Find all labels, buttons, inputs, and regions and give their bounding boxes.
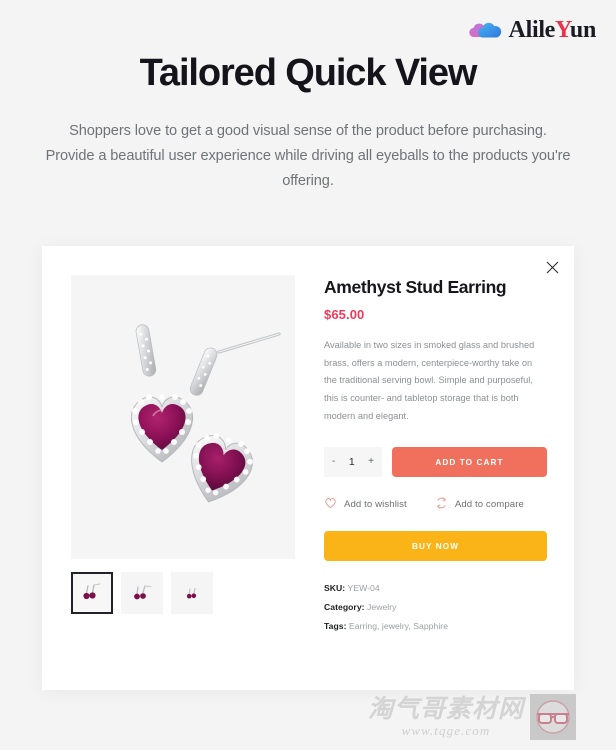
thumbnail-1[interactable] [71, 572, 113, 614]
cloud-icon [468, 18, 502, 42]
buy-now-button[interactable]: BUY NOW [324, 531, 547, 562]
brand-name-part2: un [569, 17, 596, 43]
thumbnail-2[interactable] [121, 572, 163, 614]
watermark-cn-text: 淘气哥素材网 [368, 693, 525, 723]
add-to-cart-button[interactable]: ADD TO CART [392, 447, 547, 478]
heart-icon [324, 497, 337, 512]
brand-name: AlileYun [508, 17, 597, 43]
page-title: Tailored Quick View [139, 52, 478, 94]
product-tags-label: Tags: [324, 621, 347, 632]
quick-view-modal: Amethyst Stud Earring $65.00 Available i… [42, 246, 574, 690]
page-subtitle: Shoppers love to get a good visual sense… [45, 123, 571, 190]
watermark: 淘气哥素材网 www.tqge.com [368, 694, 577, 740]
product-title: Amethyst Stud Earring [324, 277, 507, 297]
quantity-input[interactable]: 1 [349, 457, 355, 468]
product-category-value[interactable]: Jewelry [367, 602, 396, 612]
glasses-face-icon [530, 694, 577, 740]
product-sku-label: SKU: [324, 583, 346, 594]
brand-name-part1: Alile [508, 17, 556, 43]
product-actions-row: Add to wishlist Add to compare [324, 497, 547, 512]
add-to-wishlist-button[interactable]: Add to wishlist [324, 497, 407, 512]
add-to-wishlist-label: Add to wishlist [344, 499, 407, 511]
cart-row: - 1 + ADD TO CART [324, 447, 547, 478]
product-meta: SKU: YEW-04 Category: Jewelry Tags: Earr… [324, 583, 547, 631]
thumbnail-3[interactable] [171, 572, 213, 614]
quantity-increment-button[interactable]: + [368, 457, 374, 467]
compare-arrows-icon [435, 497, 448, 512]
product-category-label: Category: [324, 602, 365, 613]
add-to-compare-label: Add to compare [454, 499, 524, 511]
page-root: AlileYun Tailored Quick View Shoppers lo… [0, 0, 616, 750]
watermark-text: 淘气哥素材网 www.tqge.com [368, 696, 524, 739]
product-details: Amethyst Stud Earring $65.00 Available i… [324, 275, 547, 640]
quick-view-body: Amethyst Stud Earring $65.00 Available i… [42, 246, 574, 640]
product-sku: SKU: YEW-04 [324, 583, 547, 593]
product-tags: Tags: Earring, jewelry, Sapphire [324, 621, 547, 631]
product-main-image[interactable] [71, 275, 295, 559]
brand-logo[interactable]: AlileYun [468, 18, 596, 42]
thumbnail-list [71, 572, 295, 614]
product-category: Category: Jewelry [324, 602, 547, 612]
add-to-compare-button[interactable]: Add to compare [435, 497, 524, 512]
product-tags-value[interactable]: Earring, jewelry, Sapphire [349, 621, 448, 631]
product-gallery [71, 275, 295, 640]
quantity-stepper[interactable]: - 1 + [324, 447, 382, 478]
product-sku-value: YEW-04 [347, 583, 380, 594]
product-description: Available in two sizes in smoked glass a… [324, 340, 535, 421]
watermark-url-text: www.tqge.com [401, 722, 491, 738]
product-price: $65.00 [324, 307, 365, 322]
close-icon[interactable] [542, 257, 562, 277]
quantity-decrement-button[interactable]: - [332, 457, 335, 467]
brand-name-accent: Y [555, 17, 570, 43]
